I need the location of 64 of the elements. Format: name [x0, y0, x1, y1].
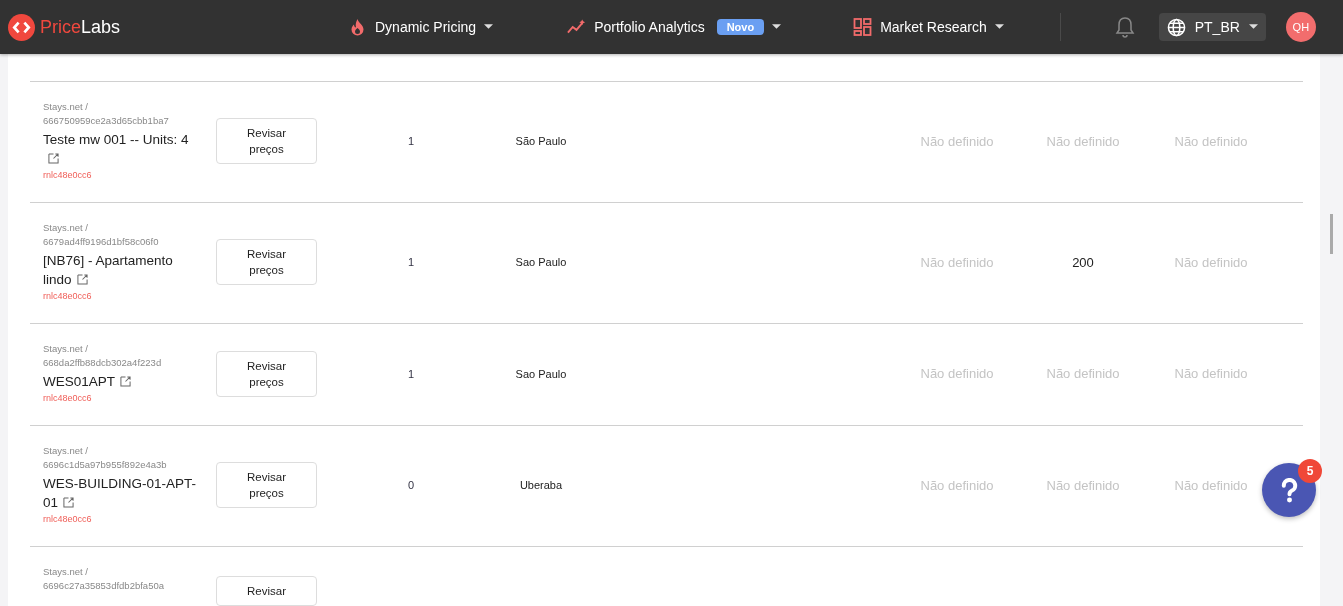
table-cell-text: Não definido [1045, 133, 1121, 149]
listing-name[interactable]: WES-BUILDING-01-APT-01 [43, 474, 203, 512]
nav-menu[interactable]: Market Research [853, 18, 1004, 36]
nav-menu[interactable]: Dynamic Pricing [348, 18, 494, 36]
table-cell-text: Não definido [1045, 366, 1121, 381]
review-prices-button[interactable]: Revisar [216, 576, 317, 606]
listing-source: Stays.net / [43, 221, 88, 235]
table-cell-text: Não definido [919, 133, 995, 149]
table-cell-text: 0 [406, 479, 416, 491]
external-link-icon[interactable] [48, 153, 59, 164]
caret-icon [772, 24, 782, 30]
listing-code: rnlc48e0cc6 [43, 290, 92, 303]
listing-id: 666750959ce2a3d65cbb1ba7 [43, 114, 169, 128]
listing-name[interactable]: WES01APT [43, 372, 132, 391]
listing-source: Stays.net / [43, 342, 88, 356]
brand-name[interactable]: PriceLabs [40, 16, 121, 38]
external-link-icon[interactable] [63, 497, 75, 508]
caret-icon [484, 24, 494, 30]
table-cell-text: São Paulo [514, 135, 568, 147]
listing-id: 668da2ffb88dcb302a4f223d [43, 356, 162, 370]
table-cell-text: Sao Paulo [514, 367, 568, 380]
listing-id: 6696c1d5a97b955f892e4a3b [43, 458, 167, 472]
listing-source: Stays.net / [43, 100, 88, 114]
table-cell-text: Sao Paulo [514, 256, 568, 268]
bell-icon[interactable] [1114, 16, 1135, 38]
table-cell-text: Uberaba [518, 479, 564, 491]
review-prices-button[interactable]: Revisar preços [216, 118, 317, 164]
language-selector[interactable]: PT_BR [1158, 13, 1266, 41]
table-cell-text: Não definido [919, 366, 995, 381]
globe-icon [1166, 17, 1186, 37]
listing-source: Stays.net / [43, 565, 88, 579]
logo-icon [8, 13, 35, 41]
external-link-icon[interactable] [76, 274, 88, 285]
table-cell-text: Não definido [1173, 133, 1249, 149]
table-cell-text: 200 [1071, 254, 1095, 270]
listing-code: rnlc48e0cc6 [43, 169, 92, 182]
listing-name[interactable]: Teste mw 001 -- Units: 4 [43, 130, 203, 168]
listing-id: 6679ad4ff9196d1bf58c06f0 [43, 235, 159, 249]
table-cell-text: 1 [406, 367, 416, 380]
listing-id: 6696c27a35853dfdb2bfa50a [43, 579, 164, 593]
review-prices-button[interactable]: Revisar preços [216, 462, 317, 508]
caret-icon [994, 24, 1004, 30]
table-cell-text: 1 [406, 256, 416, 268]
caret-icon [1248, 24, 1258, 30]
table-cell-text: Não definido [1173, 366, 1249, 381]
listing-code: rnlc48e0cc6 [43, 392, 92, 405]
table-cell-text: 1 [406, 135, 416, 147]
trend-icon [567, 18, 587, 36]
review-prices-button[interactable]: Revisar preços [216, 350, 317, 397]
table-cell-text: Não definido [919, 477, 995, 493]
review-prices-button[interactable]: Revisar preços [216, 239, 317, 285]
table-cell-text: Não definido [1173, 254, 1249, 270]
new-badge: Novo [716, 19, 765, 35]
scrollbar[interactable] [1330, 214, 1333, 254]
table-cell-text: Não definido [1045, 477, 1121, 493]
listing-name[interactable]: [NB76] - Apartamento lindo [43, 251, 203, 289]
external-link-icon[interactable] [120, 376, 132, 387]
listing-code: rnlc48e0cc6 [43, 513, 92, 526]
nav-menu[interactable]: Portfolio Analytics Novo [567, 18, 782, 36]
listing-source: Stays.net / [43, 444, 88, 458]
question-icon [1279, 477, 1299, 503]
table-cell-text: Não definido [1173, 477, 1249, 493]
grid-icon [853, 18, 873, 36]
table-cell-text: Não definido [919, 254, 995, 270]
